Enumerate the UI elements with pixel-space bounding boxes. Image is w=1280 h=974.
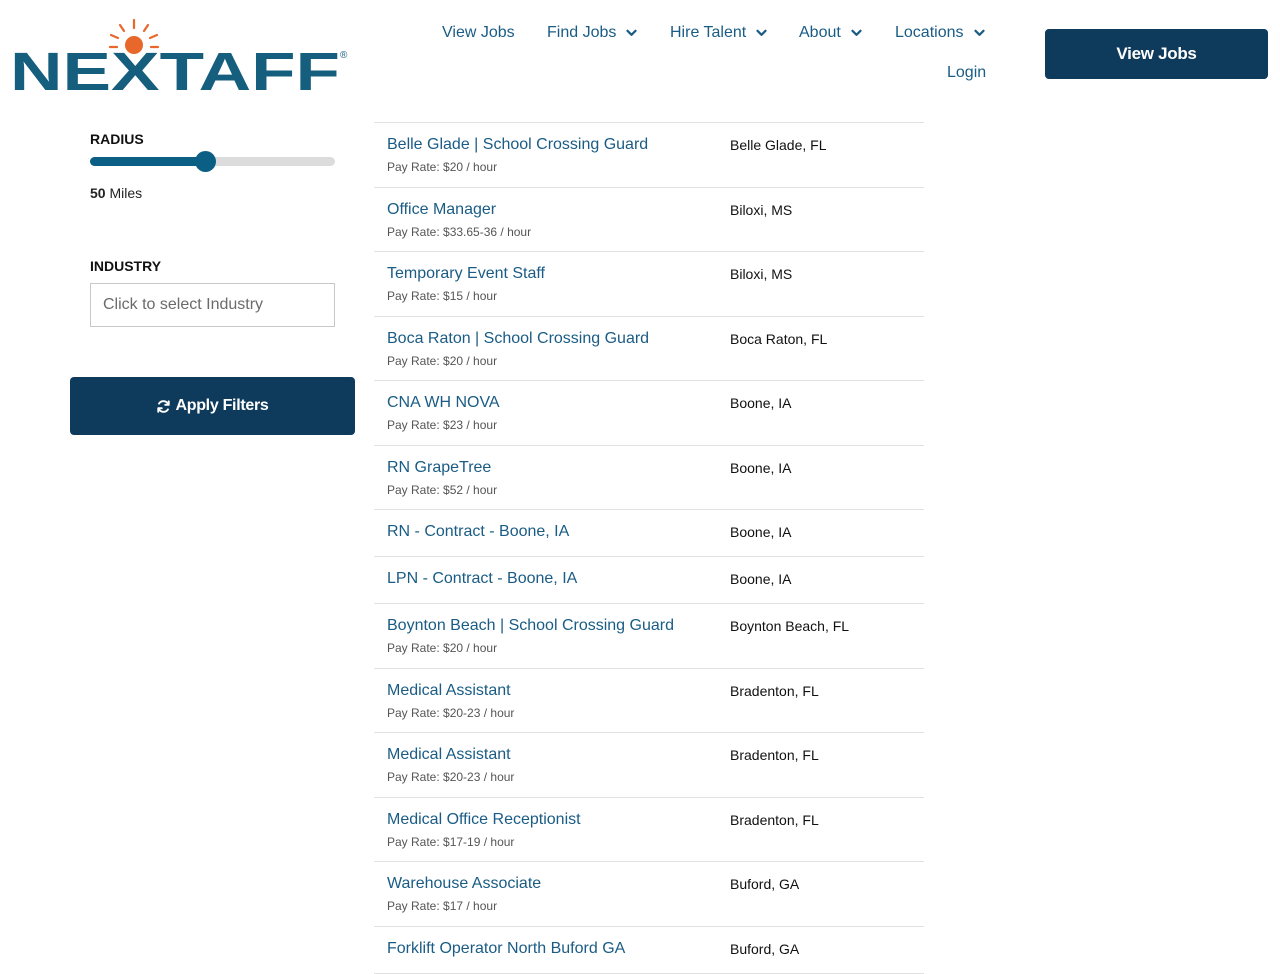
chevron-down-icon: [626, 29, 637, 36]
nextaff-logo[interactable]: NEXTAFF ®: [10, 18, 350, 92]
job-location: Belle Glade, FL: [730, 137, 827, 153]
job-location: Boone, IA: [730, 571, 792, 587]
job-pay-rate: Pay Rate: $23 / hour: [387, 418, 498, 432]
job-row: Medical Assistant Pay Rate: $20-23 / hour…: [374, 669, 924, 733]
job-location: Buford, GA: [730, 940, 800, 957]
job-location: Boone, IA: [730, 459, 792, 476]
job-row: CNA WH NOVA Pay Rate: $23 / hour Boone, IA: [374, 381, 924, 446]
apply-filters-button[interactable]: Apply Filters: [70, 377, 355, 435]
job-row: LPN - Contract - Boone, IA Boone, IA: [374, 557, 924, 604]
radius-label: RADIUS: [90, 131, 144, 147]
job-pay-rate: Pay Rate: $33.65-36 / hour: [387, 224, 532, 239]
job-location: Buford, GA: [730, 876, 800, 892]
job-location: Boca Raton, FL: [730, 330, 828, 347]
industry-select[interactable]: Click to select Industry: [90, 283, 335, 327]
job-title-link[interactable]: Medical Assistant: [387, 746, 511, 764]
job-pay-rate: Pay Rate: $20 / hour: [387, 160, 498, 174]
logo-text: NEXTAFF: [10, 42, 340, 92]
job-title-link[interactable]: Temporary Event Staff: [387, 265, 545, 283]
job-row: Belle Glade | School Crossing Guard Pay R…: [374, 123, 924, 188]
nav-item-label: About: [799, 24, 841, 41]
job-row: Temporary Event Staff Pay Rate: $15 / hou…: [374, 252, 924, 317]
site-header: NEXTAFF ® View Jobs Find Jobs Hire Talent A…: [0, 0, 1280, 110]
industry-placeholder: Click to select Industry: [103, 296, 264, 313]
nav-item-label: View Jobs: [442, 24, 515, 41]
nav-find-jobs[interactable]: Find Jobs: [547, 24, 637, 42]
refresh-icon: [157, 399, 171, 413]
job-location: Biloxi, MS: [730, 201, 793, 218]
job-location: Boone, IA: [730, 524, 792, 540]
job-location: Boynton Beach, FL: [730, 618, 850, 634]
svg-text:®: ®: [340, 50, 348, 61]
job-title-link[interactable]: Belle Glade | School Crossing Guard: [387, 136, 648, 154]
job-row: Boynton Beach | School Crossing Guard Pay…: [374, 604, 924, 669]
job-row: Medical Office Receptionist Pay Rate: $17…: [374, 798, 924, 862]
job-row: Boca Raton | School Crossing Guard Pay Ra…: [374, 317, 924, 381]
job-row: Warehouse Associate Pay Rate: $17 / hour B…: [374, 862, 924, 927]
radius-slider[interactable]: [90, 151, 335, 172]
job-row: Medical Assistant Pay Rate: $20-23 / hour…: [374, 733, 924, 798]
job-pay-rate: Pay Rate: $20 / hour: [387, 353, 498, 368]
job-row: RN - Contract - Boone, IA Boone, IA: [374, 510, 924, 557]
job-pay-rate: Pay Rate: $52 / hour: [387, 482, 498, 497]
login-link[interactable]: Login: [947, 64, 986, 82]
job-title-link[interactable]: Boynton Beach | School Crossing Guard: [387, 617, 674, 635]
radius-unit: Miles: [109, 185, 143, 201]
filter-sidebar: RADIUS 50 Miles INDUSTRY Click to select…: [0, 0, 370, 960]
job-title-link[interactable]: RN GrapeTree: [387, 459, 491, 477]
nav-view-jobs[interactable]: View Jobs: [442, 24, 515, 42]
apply-filters-label: Apply Filters: [175, 397, 269, 414]
nav-hire-talent[interactable]: Hire Talent: [670, 24, 767, 42]
job-location: Boone, IA: [730, 395, 792, 411]
radius-readout: 50 Miles: [90, 185, 142, 201]
nav-item-label: Locations: [895, 24, 964, 41]
job-pay-rate: Pay Rate: $20-23 / hour: [387, 705, 515, 720]
nav-item-label: Find Jobs: [547, 24, 617, 41]
view-jobs-cta-button[interactable]: View Jobs: [1045, 29, 1268, 79]
job-pay-rate: Pay Rate: $20-23 / hour: [387, 770, 515, 784]
job-title-link[interactable]: Boca Raton | School Crossing Guard: [387, 330, 649, 348]
job-pay-rate: Pay Rate: $20 / hour: [387, 641, 498, 655]
job-location: Biloxi, MS: [730, 266, 793, 282]
job-pay-rate: Pay Rate: $15 / hour: [387, 289, 498, 303]
chevron-down-icon: [756, 29, 767, 36]
job-title-link[interactable]: Medical Assistant: [387, 682, 511, 700]
job-list: Belle Glade | School Crossing Guard Pay R…: [374, 80, 924, 974]
job-title-link[interactable]: Office Manager: [387, 201, 496, 219]
job-title-link[interactable]: LPN - Contract - Boone, IA: [387, 570, 577, 588]
job-location: Bradenton, FL: [730, 811, 819, 828]
job-title-link[interactable]: RN - Contract - Boone, IA: [387, 523, 569, 541]
chevron-down-icon: [851, 29, 862, 36]
job-row: Office Manager Pay Rate: $33.65-36 / hour…: [374, 188, 924, 252]
radius-slider-fill: [90, 157, 206, 166]
job-location: Bradenton, FL: [730, 747, 819, 763]
job-location: Bradenton, FL: [730, 682, 819, 699]
job-pay-rate: Pay Rate: $17-19 / hour: [387, 834, 515, 849]
radius-slider-handle[interactable]: [195, 151, 217, 172]
nav-locations[interactable]: Locations: [895, 24, 985, 42]
nav-about[interactable]: About: [799, 24, 862, 42]
job-title-link[interactable]: CNA WH NOVA: [387, 394, 500, 412]
industry-label: INDUSTRY: [90, 258, 162, 274]
job-title-link[interactable]: Forklift Operator North Buford GA: [387, 940, 625, 958]
nav-item-label: Hire Talent: [670, 24, 747, 41]
radius-value: 50: [90, 185, 106, 201]
job-row: Forklift Operator North Buford GA Buford,…: [374, 927, 924, 974]
job-pay-rate: Pay Rate: $17 / hour: [387, 899, 498, 913]
job-title-link[interactable]: Warehouse Associate: [387, 875, 541, 893]
chevron-down-icon: [973, 29, 985, 36]
job-title-link[interactable]: Medical Office Receptionist: [387, 811, 581, 829]
job-row: RN GrapeTree Pay Rate: $52 / hour Boone, I…: [374, 446, 924, 510]
